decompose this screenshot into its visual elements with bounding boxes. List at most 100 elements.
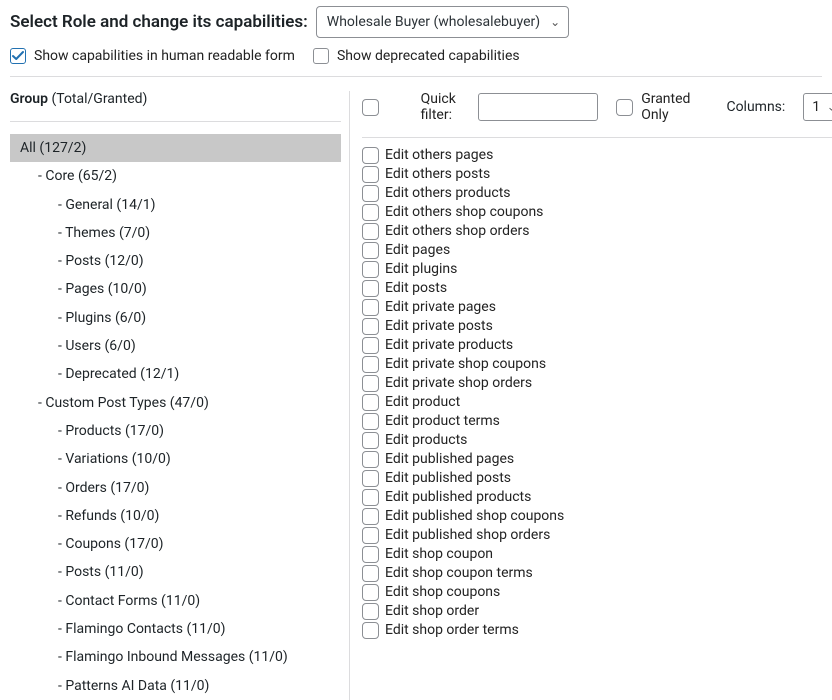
tree-item[interactable]: - Refunds (10/0)	[10, 502, 341, 530]
show-deprecated-label: Show deprecated capabilities	[337, 48, 520, 64]
capability-row[interactable]: Edit shop coupon terms	[362, 564, 832, 583]
capability-label: Edit posts	[385, 280, 447, 296]
checkbox-icon	[313, 48, 329, 64]
tree-item[interactable]: - Posts (12/0)	[10, 247, 341, 275]
capability-label: Edit published pages	[385, 451, 514, 467]
tree-item[interactable]: - Orders (17/0)	[10, 474, 341, 502]
tree-item[interactable]: - Deprecated (12/1)	[10, 360, 341, 388]
tree-item[interactable]: - Pages (10/0)	[10, 275, 341, 303]
granted-only-toggle[interactable]: Granted Only	[616, 91, 690, 123]
capability-row[interactable]: Edit others products	[362, 184, 832, 203]
tree-item[interactable]: - Flamingo Inbound Messages (11/0)	[10, 643, 341, 671]
capability-label: Edit others shop coupons	[385, 204, 543, 220]
checkbox-icon	[362, 565, 379, 582]
capability-label: Edit others posts	[385, 166, 490, 182]
tree-item[interactable]: - Patterns AI Data (11/0)	[10, 672, 341, 700]
capability-row[interactable]: Edit private shop orders	[362, 374, 832, 393]
capability-label: Edit shop coupon terms	[385, 565, 533, 581]
chevron-down-icon: ⌄	[827, 101, 832, 114]
capabilities-list: Edit others pages Edit others posts Edit o…	[362, 146, 832, 640]
capability-row[interactable]: Edit others posts	[362, 165, 832, 184]
tree-item[interactable]: - Users (6/0)	[10, 332, 341, 360]
show-human-readable-toggle[interactable]: Show capabilities in human readable form	[10, 48, 295, 64]
capability-row[interactable]: Edit published shop orders	[362, 526, 832, 545]
checkbox-icon	[362, 470, 379, 487]
capability-row[interactable]: Edit published products	[362, 488, 832, 507]
capability-label: Edit pages	[385, 242, 450, 258]
select-role-label: Select Role and change its capabilities:	[10, 12, 308, 32]
capability-row[interactable]: Edit others pages	[362, 146, 832, 165]
capability-row[interactable]: Edit products	[362, 431, 832, 450]
checkbox-icon	[362, 280, 379, 297]
capability-label: Edit private shop coupons	[385, 356, 546, 372]
capability-row[interactable]: Edit posts	[362, 279, 832, 298]
show-human-readable-label: Show capabilities in human readable form	[34, 48, 295, 64]
capability-row[interactable]: Edit private products	[362, 336, 832, 355]
capability-label: Edit plugins	[385, 261, 457, 277]
capability-row[interactable]: Edit shop order terms	[362, 621, 832, 640]
tree-item[interactable]: - Plugins (6/0)	[10, 304, 341, 332]
capability-row[interactable]: Edit others shop orders	[362, 222, 832, 241]
checkbox-icon	[362, 432, 379, 449]
checkbox-icon	[362, 603, 379, 620]
capability-label: Edit published posts	[385, 470, 511, 486]
capability-row[interactable]: Edit shop coupon	[362, 545, 832, 564]
checkbox-icon	[362, 413, 379, 430]
checkbox-icon	[362, 527, 379, 544]
checkbox-icon	[362, 584, 379, 601]
show-deprecated-toggle[interactable]: Show deprecated capabilities	[313, 48, 520, 64]
checkbox-icon	[362, 147, 379, 164]
capability-label: Edit published shop coupons	[385, 508, 564, 524]
columns-value: 1	[812, 99, 820, 115]
checkbox-icon	[362, 185, 379, 202]
capability-row[interactable]: Edit plugins	[362, 260, 832, 279]
tree-item[interactable]: - Custom Post Types (47/0)	[10, 389, 341, 417]
role-select-value: Wholesale Buyer (wholesalebuyer)	[327, 14, 540, 30]
columns-label: Columns:	[726, 99, 785, 115]
tree-item[interactable]: - Contact Forms (11/0)	[10, 587, 341, 615]
quick-filter-input[interactable]	[478, 93, 598, 121]
capability-row[interactable]: Edit private shop coupons	[362, 355, 832, 374]
columns-select[interactable]: 1 ⌄	[803, 93, 832, 121]
group-header: Group (Total/Granted)	[10, 91, 341, 121]
capability-row[interactable]: Edit private pages	[362, 298, 832, 317]
capability-label: Edit private shop orders	[385, 375, 532, 391]
tree-item[interactable]: - General (14/1)	[10, 191, 341, 219]
role-select[interactable]: Wholesale Buyer (wholesalebuyer) ⌄	[316, 6, 569, 38]
group-tree: All (127/2)- Core (65/2)- General (14/1)…	[10, 132, 341, 700]
select-all-checkbox[interactable]	[362, 99, 379, 116]
capability-row[interactable]: Edit shop order	[362, 602, 832, 621]
capability-label: Edit shop order	[385, 603, 479, 619]
tree-item[interactable]: - Posts (11/0)	[10, 558, 341, 586]
capability-row[interactable]: Edit private posts	[362, 317, 832, 336]
tree-item[interactable]: - Products (17/0)	[10, 417, 341, 445]
tree-item[interactable]: All (127/2)	[10, 134, 341, 162]
capability-label: Edit product	[385, 394, 460, 410]
capability-row[interactable]: Edit published posts	[362, 469, 832, 488]
tree-item[interactable]: - Variations (10/0)	[10, 445, 341, 473]
capability-row[interactable]: Edit pages	[362, 241, 832, 260]
tree-item[interactable]: - Themes (7/0)	[10, 219, 341, 247]
capability-row[interactable]: Edit shop coupons	[362, 583, 832, 602]
capability-label: Edit shop coupon	[385, 546, 493, 562]
checkbox-icon	[362, 508, 379, 525]
tree-item[interactable]: - Core (65/2)	[10, 162, 341, 190]
capability-label: Edit shop order terms	[385, 622, 519, 638]
capability-row[interactable]: Edit published pages	[362, 450, 832, 469]
capability-label: Edit others pages	[385, 147, 493, 163]
checkbox-icon	[362, 356, 379, 373]
capability-label: Edit private pages	[385, 299, 496, 315]
capability-label: Edit products	[385, 432, 467, 448]
tree-item[interactable]: - Flamingo Contacts (11/0)	[10, 615, 341, 643]
checkbox-icon	[616, 99, 633, 116]
capability-row[interactable]: Edit published shop coupons	[362, 507, 832, 526]
checkbox-icon	[362, 622, 379, 639]
capability-row[interactable]: Edit product	[362, 393, 832, 412]
capability-row[interactable]: Edit product terms	[362, 412, 832, 431]
tree-item[interactable]: - Coupons (17/0)	[10, 530, 341, 558]
checkbox-icon	[362, 261, 379, 278]
capability-row[interactable]: Edit others shop coupons	[362, 203, 832, 222]
capability-label: Edit published shop orders	[385, 527, 550, 543]
checkbox-icon	[362, 394, 379, 411]
capability-label: Edit others products	[385, 185, 511, 201]
